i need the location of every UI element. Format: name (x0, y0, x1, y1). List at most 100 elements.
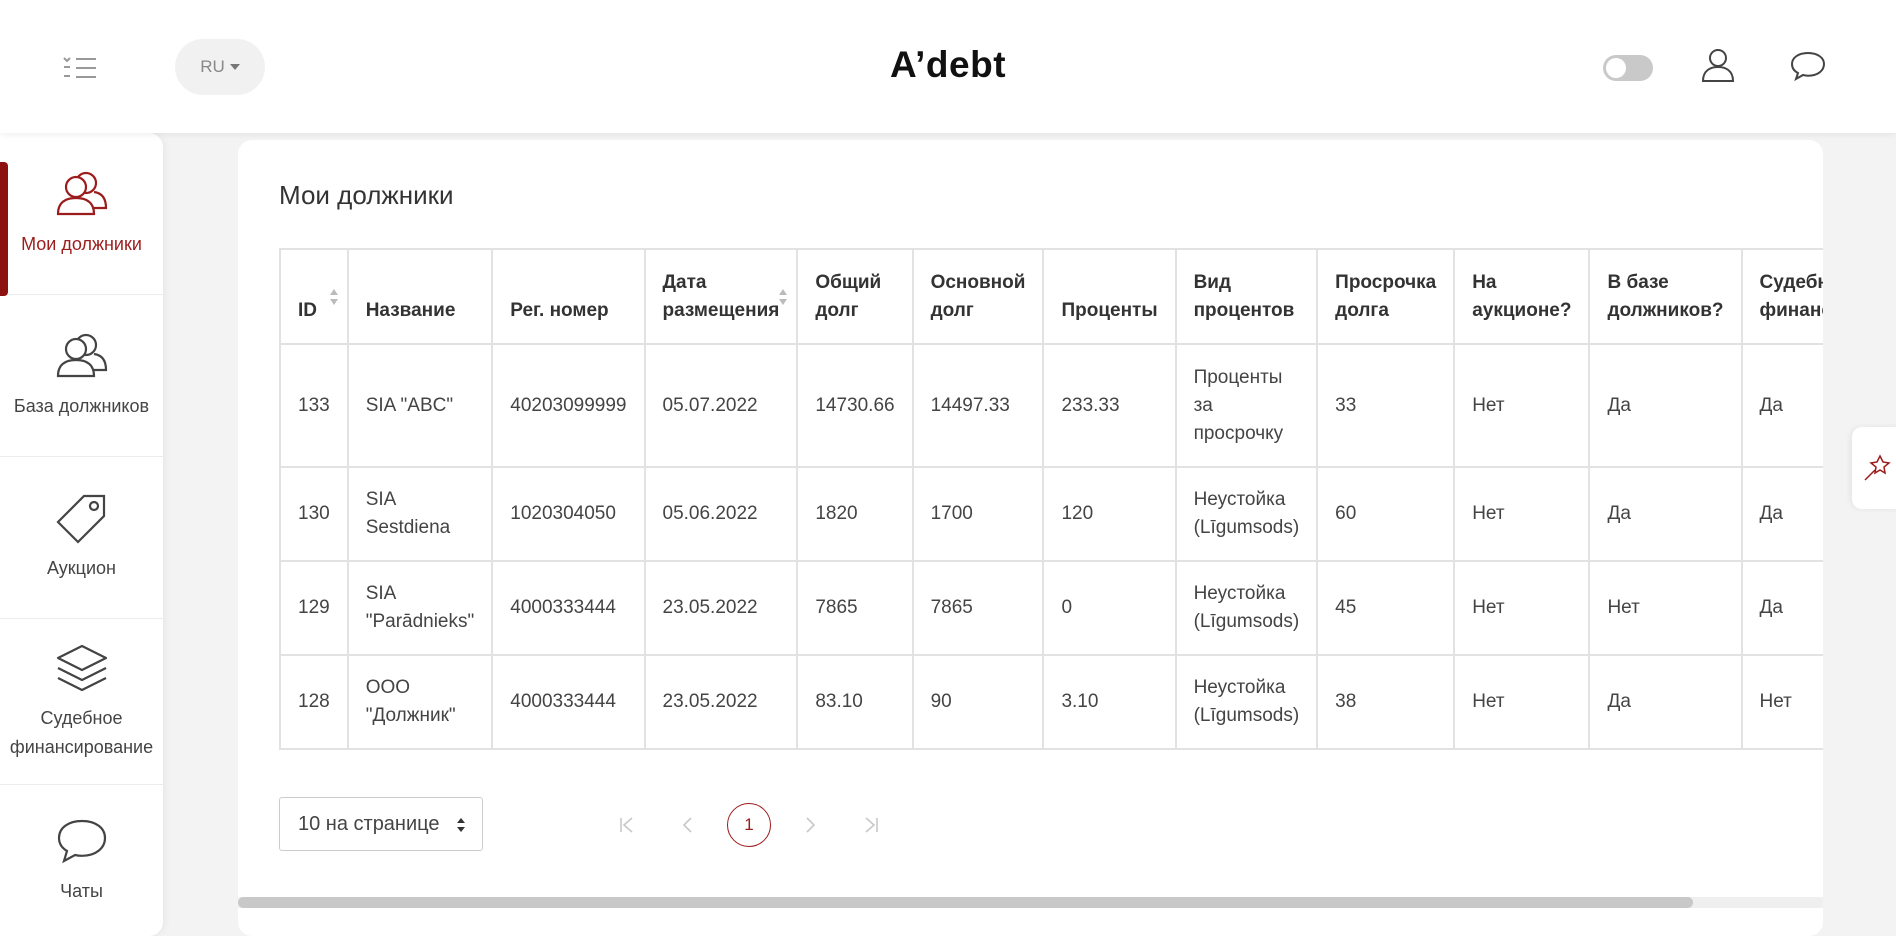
table-cell: SIA "ABC" (346, 343, 494, 468)
table-cell: Неустойка (Līgumsods) (1174, 466, 1319, 562)
column-header-label: Общий долг (815, 272, 882, 321)
table-row[interactable]: 133 SIA "ABC" 40203099999 05.07.2022 14730.6… (279, 343, 1823, 468)
column-header-principal-debt: Основной долг (911, 248, 1045, 345)
language-label: RU (200, 57, 225, 76)
sort-icon[interactable] (329, 288, 339, 306)
column-header-label: Вид процентов (1193, 272, 1295, 321)
table-cell: 38 (1316, 654, 1456, 750)
layers-icon (56, 644, 107, 691)
table-cell: Нет (1453, 343, 1591, 468)
table-cell: 60 (1316, 466, 1456, 562)
page-title: Мои должники (279, 180, 454, 210)
column-header-court-financing: Судебное финансирование (1740, 248, 1823, 345)
sidebar-item-label: Аукцион (47, 558, 116, 578)
column-header-in-database: В базе должников? (1588, 248, 1743, 345)
table-cell: Да (1588, 466, 1743, 562)
column-header-interest: Проценты (1042, 248, 1177, 345)
table-cell: Неустойка (Līgumsods) (1174, 560, 1319, 656)
pin-tab[interactable] (1852, 427, 1896, 509)
column-header-label: Название (365, 300, 456, 321)
table-cell: 05.06.2022 (643, 466, 799, 562)
table-cell: 0 (1042, 560, 1177, 656)
page-number-button[interactable]: 1 (727, 803, 771, 847)
sidebar-item-chats[interactable]: Чаты (0, 785, 163, 936)
table-cell: 90 (911, 654, 1045, 750)
table-row[interactable]: 128 ООО "Должник" 4000333444 23.05.2022 83.1… (279, 654, 1823, 750)
sidebar-item-label: База должников (13, 396, 150, 416)
table-cell: 4000333444 (491, 654, 646, 750)
table-cell: 23.05.2022 (643, 560, 799, 656)
table-cell: 7865 (796, 560, 914, 656)
table-cell: Нет (1453, 654, 1591, 750)
toggle-knob (1606, 58, 1626, 78)
column-header-label: Просрочка долга (1335, 272, 1437, 321)
table-cell: 128 (279, 654, 349, 750)
table-cell: 14497.33 (911, 343, 1045, 468)
column-header-total-debt: Общий долг (796, 248, 914, 345)
table-cell: Да (1588, 343, 1743, 468)
table-cell: 83.10 (796, 654, 914, 750)
table-row[interactable]: 130 SIA Sestdiena 1020304050 05.06.2022 1820… (279, 466, 1823, 562)
table-cell: 4000333444 (491, 560, 646, 656)
select-arrows-icon (457, 818, 465, 832)
table-cell: ООО "Должник" (346, 654, 494, 750)
column-header-name: Название (346, 248, 494, 345)
column-header-label: Дата размещения (662, 272, 780, 321)
column-header-date[interactable]: Дата размещения (643, 248, 799, 345)
table-cell: 130 (279, 466, 349, 562)
horizontal-scrollbar-thumb[interactable] (238, 897, 1693, 908)
last-page-icon[interactable] (849, 803, 893, 847)
table-cell: 3.10 (1042, 654, 1177, 750)
table-cell: Нет (1453, 466, 1591, 562)
chat-bubble-icon[interactable] (1789, 46, 1827, 84)
tag-icon (55, 494, 105, 544)
prev-page-icon[interactable] (666, 803, 710, 847)
table-cell: Неустойка (Līgumsods) (1174, 654, 1319, 750)
column-header-label: Основной долг (930, 272, 1026, 321)
language-dropdown[interactable]: RU (175, 39, 265, 95)
table-cell: Нет (1588, 560, 1743, 656)
user-icon[interactable] (1699, 46, 1737, 84)
table-cell: 45 (1316, 560, 1456, 656)
table-cell: 120 (1042, 466, 1177, 562)
active-indicator (0, 162, 8, 296)
sidebar-item-label: Мои должники (21, 234, 142, 254)
sidebar-item-my-debtors[interactable]: Мои должники (0, 133, 163, 295)
table-cell: Да (1740, 466, 1823, 562)
table-cell: Да (1740, 343, 1823, 468)
column-header-reg-number: Рег. номер (491, 248, 646, 345)
column-header-label: На аукционе? (1472, 272, 1572, 321)
users-icon (56, 333, 107, 378)
table-row[interactable]: 129 SIA "Parādnieks" 4000333444 23.05.2022 7… (279, 560, 1823, 656)
table-cell: SIA Sestdiena (346, 466, 494, 562)
table-header-row: ID Название Рег. номер Дата размещения О… (279, 248, 1823, 345)
table-cell: 40203099999 (491, 343, 646, 468)
chat-bubble-icon (57, 819, 106, 864)
table-cell: 133 (279, 343, 349, 468)
sidebar-item-label: Судебное финансирование (9, 707, 154, 757)
table-body: 133 SIA "ABC" 40203099999 05.07.2022 14730.6… (279, 343, 1823, 750)
next-page-icon[interactable] (788, 803, 832, 847)
menu-list-icon[interactable] (62, 56, 98, 80)
table-cell: 33 (1316, 343, 1456, 468)
sidebar-item-debtor-database[interactable]: База должников (0, 295, 163, 457)
column-header-interest-type: Вид процентов (1174, 248, 1319, 345)
chevron-down-icon (229, 64, 240, 70)
per-page-select[interactable]: 10 на странице (279, 797, 483, 851)
column-header-id[interactable]: ID (279, 248, 349, 345)
first-page-icon[interactable] (605, 803, 649, 847)
column-header-label: В базе должников? (1607, 272, 1724, 321)
table-cell: 7865 (911, 560, 1045, 656)
sidebar-item-court-financing[interactable]: Судебное финансирование (0, 619, 163, 785)
table-cell: SIA "Parādnieks" (346, 560, 494, 656)
sidebar-item-auction[interactable]: Аукцион (0, 457, 163, 619)
per-page-value: 10 на странице (298, 812, 440, 835)
column-header-label: Проценты (1061, 300, 1158, 321)
pin-icon (1864, 454, 1891, 481)
theme-toggle[interactable] (1603, 55, 1653, 81)
column-header-on-auction: На аукционе? (1453, 248, 1591, 345)
table-cell: Нет (1453, 560, 1591, 656)
table-cell: 1020304050 (491, 466, 646, 562)
table-cell: Да (1740, 560, 1823, 656)
sort-icon[interactable] (778, 288, 788, 306)
